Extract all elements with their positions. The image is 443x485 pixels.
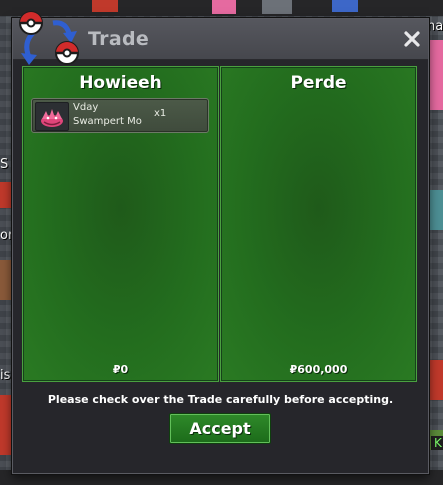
background-tile <box>262 0 292 14</box>
trade-logo-icon <box>19 11 79 65</box>
close-icon[interactable] <box>402 29 422 49</box>
background-label: K <box>431 436 443 450</box>
item-quantity: x1 <box>154 108 167 119</box>
background-sprite <box>0 395 12 455</box>
item-name: Swampert Mo <box>73 116 142 127</box>
background-label: S <box>0 157 9 172</box>
trade-note: Please check over the Trade carefully be… <box>47 393 394 406</box>
trade-item[interactable]: Vday Swampert Mo x1 <box>31 98 209 133</box>
trade-body: Howieeh Vday Swampert Mo x1 ₽0 Perde ₽60… <box>22 66 419 382</box>
background-sprite <box>0 260 12 300</box>
background-sprite <box>428 190 443 230</box>
trade-title: Trade <box>88 28 150 50</box>
swampert-mount-icon <box>35 102 69 131</box>
background-label: nal <box>427 19 443 34</box>
player-name: Perde <box>290 73 347 93</box>
accept-button[interactable]: Accept <box>169 413 271 444</box>
background-tile <box>332 0 358 12</box>
money-offer: ₽0 <box>112 363 129 376</box>
trade-panel-self: Howieeh Vday Swampert Mo x1 ₽0 <box>22 66 219 382</box>
background-tile <box>92 0 118 12</box>
background-label: is <box>0 368 11 383</box>
background-tile <box>212 0 236 14</box>
trade-panel-partner: Perde ₽600,000 <box>220 66 417 382</box>
player-name: Howieeh <box>79 73 162 93</box>
money-offer: ₽600,000 <box>289 363 348 376</box>
item-name: Vday <box>73 102 99 113</box>
background-sprite <box>428 360 443 400</box>
trade-window: Trade Howieeh Vday Swampert Mo x1 ₽0 Per… <box>12 11 429 474</box>
background-sprite <box>0 182 12 208</box>
